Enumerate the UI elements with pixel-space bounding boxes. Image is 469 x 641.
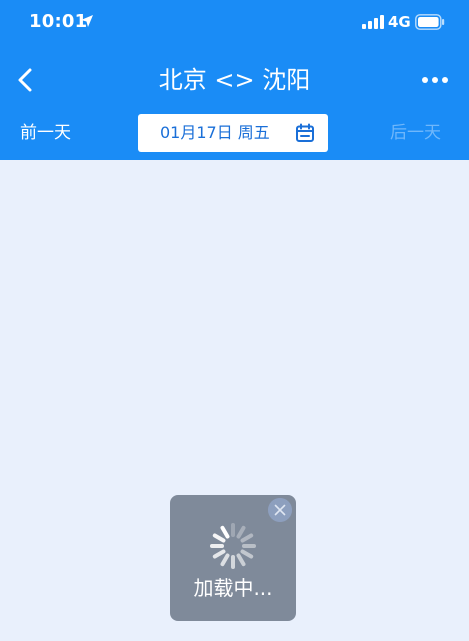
next-day-button: 后一天 bbox=[390, 123, 441, 143]
chevron-left-icon[interactable] bbox=[10, 62, 40, 98]
status-bar: 10:01 4G bbox=[0, 0, 469, 46]
signal-icon bbox=[362, 15, 384, 29]
date-picker-button[interactable]: 01月17日 周五 bbox=[138, 114, 328, 152]
location-arrow-icon bbox=[81, 15, 93, 27]
calendar-icon bbox=[296, 123, 314, 142]
more-dots-icon[interactable] bbox=[418, 72, 452, 88]
spinner-icon bbox=[210, 523, 256, 569]
selected-date: 01月17日 周五 bbox=[160, 123, 270, 142]
header-bar: 10:01 4G 北京 <> 沈阳 前一天 01月17日 周五 后一天 bbox=[0, 0, 469, 160]
close-icon[interactable] bbox=[268, 498, 292, 522]
battery-icon bbox=[415, 14, 445, 30]
loading-text: 加载中... bbox=[193, 576, 273, 600]
network-type: 4G bbox=[388, 13, 411, 31]
loading-toast: 加载中... bbox=[170, 495, 296, 621]
status-time: 10:01 bbox=[29, 11, 88, 32]
prev-day-button[interactable]: 前一天 bbox=[20, 119, 71, 147]
page-title: 北京 <> 沈阳 bbox=[158, 66, 311, 94]
